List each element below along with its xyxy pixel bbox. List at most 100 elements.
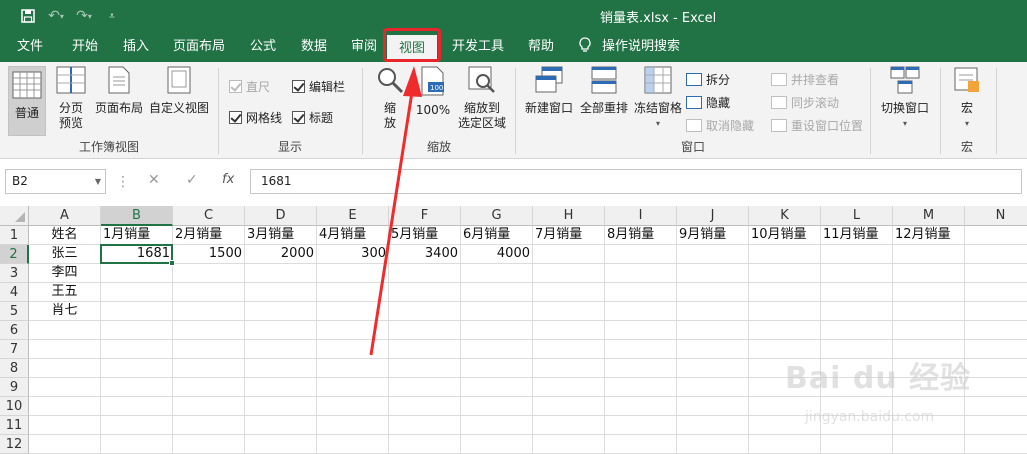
zoom-button[interactable]: 缩 放 — [375, 66, 405, 131]
column-header[interactable]: I — [605, 206, 677, 226]
cell[interactable] — [749, 245, 821, 264]
cell[interactable] — [29, 378, 101, 397]
cell[interactable] — [173, 321, 245, 340]
tab-developer[interactable]: 开发工具 — [447, 32, 509, 62]
zoom-100-button[interactable]: 100 100% — [415, 66, 451, 118]
cell[interactable] — [893, 283, 965, 302]
page-break-preview-button[interactable]: 分页 预览 — [52, 66, 90, 131]
cell[interactable] — [677, 302, 749, 321]
cell[interactable] — [101, 435, 173, 454]
cell[interactable] — [101, 283, 173, 302]
formula-bar-checkbox[interactable]: 编辑栏 — [292, 78, 345, 95]
cell[interactable] — [533, 378, 605, 397]
cell[interactable] — [821, 245, 893, 264]
cell[interactable]: 3400 — [389, 245, 461, 264]
cell[interactable] — [245, 397, 317, 416]
cancel-icon[interactable]: ✕ — [148, 172, 160, 188]
tab-insert[interactable]: 插入 — [115, 32, 157, 62]
cell[interactable]: 8月销量 — [605, 226, 677, 245]
cell[interactable] — [317, 340, 389, 359]
cell[interactable] — [533, 416, 605, 435]
cell[interactable] — [533, 302, 605, 321]
cell[interactable] — [389, 264, 461, 283]
gridlines-checkbox[interactable]: 网格线 — [229, 109, 282, 126]
cell[interactable] — [173, 264, 245, 283]
cell[interactable]: 6月销量 — [461, 226, 533, 245]
cell[interactable]: 王五 — [29, 283, 101, 302]
cell[interactable] — [317, 302, 389, 321]
cell[interactable] — [461, 264, 533, 283]
cell[interactable] — [461, 340, 533, 359]
formula-input[interactable]: 1681 — [250, 169, 1022, 194]
cell[interactable] — [749, 321, 821, 340]
cell[interactable] — [677, 321, 749, 340]
arrange-all-button[interactable]: 全部重排 — [576, 66, 632, 116]
cell[interactable] — [677, 264, 749, 283]
cell[interactable]: 11月销量 — [821, 226, 893, 245]
switch-windows-button[interactable]: 切换窗口 ▾ — [874, 66, 936, 131]
cell[interactable] — [461, 321, 533, 340]
cell[interactable] — [101, 359, 173, 378]
cell[interactable] — [317, 264, 389, 283]
name-box-dropdown-icon[interactable]: ▼ — [95, 170, 101, 193]
cell[interactable] — [893, 245, 965, 264]
cell[interactable] — [533, 283, 605, 302]
cell[interactable] — [317, 283, 389, 302]
cell[interactable] — [173, 397, 245, 416]
unhide-button[interactable]: 取消隐藏 — [686, 117, 754, 134]
cell[interactable] — [533, 245, 605, 264]
cell[interactable] — [677, 435, 749, 454]
cell[interactable] — [101, 378, 173, 397]
cell[interactable] — [677, 397, 749, 416]
cell[interactable]: 张三 — [29, 245, 101, 264]
row-header[interactable]: 6 — [0, 321, 29, 340]
column-header[interactable]: L — [821, 206, 893, 226]
cell[interactable] — [605, 245, 677, 264]
cell[interactable] — [749, 302, 821, 321]
zoom-to-selection-button[interactable]: 缩放到 选定区域 — [453, 66, 511, 131]
cell[interactable] — [245, 435, 317, 454]
cell[interactable] — [605, 264, 677, 283]
cell[interactable] — [389, 283, 461, 302]
cell[interactable] — [605, 283, 677, 302]
column-header[interactable]: C — [173, 206, 245, 226]
cell[interactable] — [101, 397, 173, 416]
cell[interactable] — [389, 378, 461, 397]
cell[interactable] — [821, 283, 893, 302]
cell[interactable] — [749, 264, 821, 283]
cell[interactable] — [245, 416, 317, 435]
cell[interactable] — [821, 264, 893, 283]
save-icon[interactable] — [14, 0, 42, 32]
cell[interactable]: 10月销量 — [749, 226, 821, 245]
side-by-side-button[interactable]: 并排查看 — [771, 71, 839, 88]
cell[interactable] — [245, 359, 317, 378]
cell[interactable] — [965, 264, 1027, 283]
cell[interactable] — [389, 397, 461, 416]
cell[interactable] — [101, 321, 173, 340]
cell[interactable] — [317, 359, 389, 378]
cell[interactable] — [677, 359, 749, 378]
cell[interactable] — [965, 245, 1027, 264]
tab-file[interactable]: 文件 — [10, 32, 50, 62]
sync-scroll-button[interactable]: 同步滚动 — [771, 94, 839, 111]
undo-icon[interactable]: ↶ ▾ — [42, 0, 70, 32]
freeze-panes-button[interactable]: 冻结窗格 ▾ — [630, 66, 686, 131]
row-header[interactable]: 1 — [0, 226, 29, 245]
cell[interactable] — [173, 340, 245, 359]
cell[interactable] — [533, 359, 605, 378]
cell[interactable] — [605, 435, 677, 454]
cell[interactable] — [605, 378, 677, 397]
cell[interactable] — [965, 283, 1027, 302]
column-header[interactable]: A — [29, 206, 101, 226]
custom-views-button[interactable]: 自定义视图 — [146, 66, 212, 116]
cell[interactable] — [317, 397, 389, 416]
tell-me-search[interactable]: 操作说明搜索 — [578, 32, 688, 62]
row-header[interactable]: 3 — [0, 264, 29, 283]
cell[interactable] — [821, 302, 893, 321]
cell[interactable]: 3月销量 — [245, 226, 317, 245]
column-header[interactable]: N — [965, 206, 1027, 226]
row-header[interactable]: 10 — [0, 397, 29, 416]
select-all-button[interactable] — [0, 206, 29, 226]
column-header[interactable]: K — [749, 206, 821, 226]
cell[interactable]: 1月销量 — [101, 226, 173, 245]
